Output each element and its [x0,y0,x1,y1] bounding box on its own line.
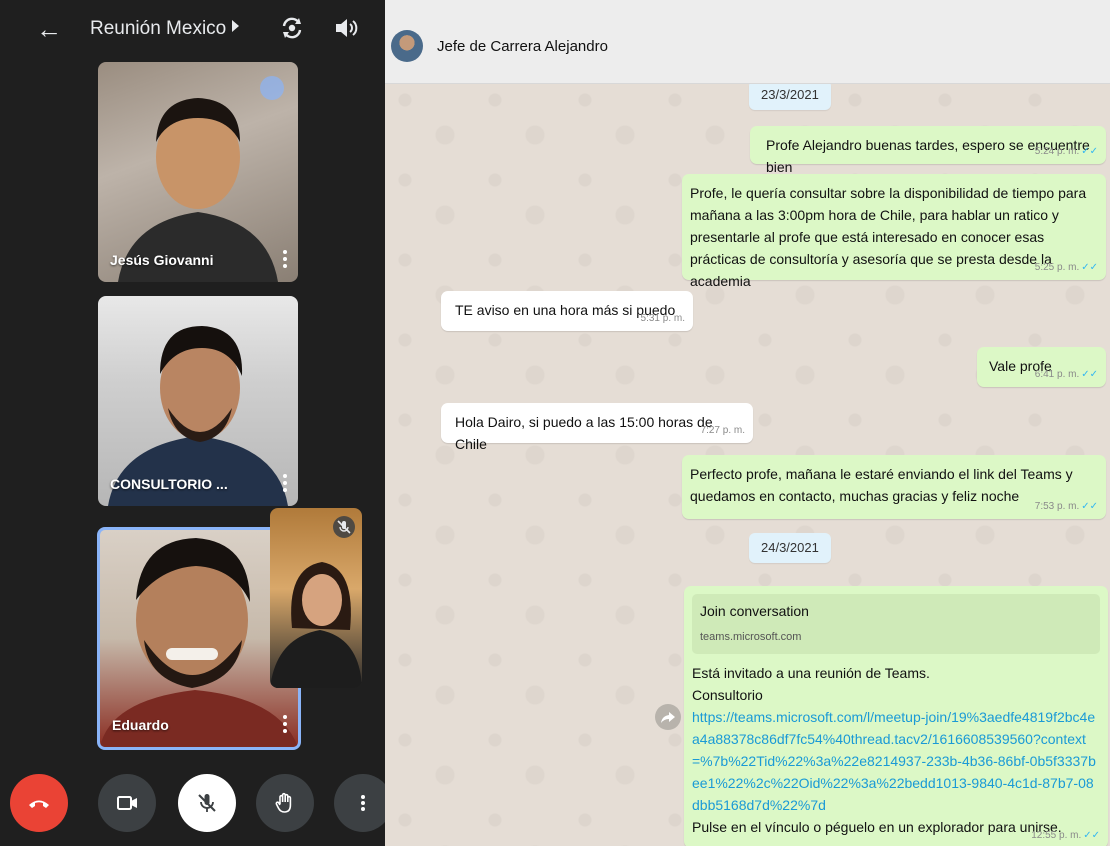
message-time: 7:53 p. m. [1034,501,1080,512]
end-call-button[interactable] [10,774,68,832]
message-time: 5:24 p. m. [1034,146,1080,157]
mic-off-icon [333,516,355,538]
raise-hand-button[interactable] [256,774,314,832]
message-time: 6:41 p. m. [1034,369,1080,380]
message-time: 12:55 p. m. [1031,830,1082,841]
message-time: 5:25 p. m. [1034,262,1080,273]
contact-name[interactable]: Jefe de Carrera Alejandro [437,38,608,55]
link-preview-title: Join conversation [700,603,809,619]
message-text: Profe, le quería consultar sobre la disp… [690,185,1087,289]
message-time: 5:31 p. m. [640,313,685,324]
camera-toggle-button[interactable] [98,774,156,832]
message-meta: 5:25 p. m. ✓✓ [1035,262,1098,274]
participant-tile[interactable]: CONSULTORIO ... [98,296,298,506]
arrow-left-icon[interactable]: ← [36,12,62,46]
date-chip: 24/3/2021 [749,533,831,563]
participant-video [118,98,278,282]
date-chip: 23/3/2021 [749,80,831,110]
participant-tile[interactable]: Jesús Giovanni [98,62,298,282]
message-in[interactable]: TE aviso en una hora más si puedo 5:31 p… [441,291,693,331]
more-vert-icon[interactable] [282,713,288,735]
more-vert-icon[interactable] [282,472,288,494]
read-ticks-icon: ✓✓ [1081,369,1098,380]
message-meta: 7:27 p. m. [701,425,745,437]
message-text: Consultorio [692,687,763,703]
mic-off-icon [198,794,216,812]
video-call-panel: ← Reunión Mexico Jesús Giovanni CONSULTO… [0,0,385,846]
participant-video [108,326,288,506]
forward-icon[interactable] [655,704,681,730]
message-meta: 7:53 p. m. ✓✓ [1035,501,1098,513]
more-options-button[interactable] [334,774,385,832]
read-ticks-icon: ✓✓ [1081,501,1098,512]
call-top-bar: ← Reunión Mexico [0,0,385,60]
message-meta: 5:24 p. m. ✓✓ [1035,146,1098,158]
meeting-link[interactable]: https://teams.microsoft.com/l/meetup-joi… [692,706,1100,816]
raise-hand-icon [275,792,292,813]
message-in[interactable]: Hola Dairo, si puedo a las 15:00 horas d… [441,403,753,452]
message-out[interactable]: Profe Alejandro buenas tardes, espero se… [750,126,1106,175]
participant-video [100,538,298,747]
message-meta: 5:31 p. m. [641,313,685,325]
mic-toggle-button[interactable] [178,774,236,832]
chat-panel: Jefe de Carrera Alejandro 23/3/2021 Prof… [385,0,1110,846]
message-out-link[interactable]: Join conversation teams.microsoft.com Es… [684,586,1108,846]
message-text: Está invitado a una reunión de Teams. [692,665,930,681]
participant-name: Eduardo [112,717,169,733]
message-out[interactable]: Profe, le quería consultar sobre la disp… [682,174,1106,289]
end-call-icon [29,800,49,808]
chevron-right-icon[interactable] [232,20,239,32]
link-preview-domain: teams.microsoft.com [700,631,802,643]
meeting-title[interactable]: Reunión Mexico [90,17,226,41]
message-meta: 6:41 p. m. ✓✓ [1035,369,1098,381]
participant-name: CONSULTORIO ... [110,476,228,492]
message-meta: 12:55 p. m. ✓✓ [1031,830,1100,842]
contact-avatar[interactable] [391,30,423,62]
read-ticks-icon: ✓✓ [1081,262,1098,273]
read-ticks-icon: ✓✓ [1083,830,1100,841]
self-view-tile[interactable] [270,508,362,688]
speaker-icon[interactable] [333,15,359,41]
read-ticks-icon: ✓✓ [1081,146,1098,157]
participant-name: Jesús Giovanni [110,252,214,268]
switch-camera-icon[interactable] [278,14,306,42]
chat-header[interactable]: Jefe de Carrera Alejandro [385,0,1110,84]
message-time: 7:27 p. m. [700,425,745,436]
more-vert-icon[interactable] [282,248,288,270]
message-out[interactable]: Perfecto profe, mañana le estaré enviand… [682,455,1106,519]
link-preview-card[interactable]: Join conversation teams.microsoft.com [692,594,1100,654]
more-vert-icon [361,795,365,811]
camera-icon [117,796,137,810]
call-controls [0,770,385,840]
message-out[interactable]: Vale profe 6:41 p. m. ✓✓ [977,347,1106,387]
